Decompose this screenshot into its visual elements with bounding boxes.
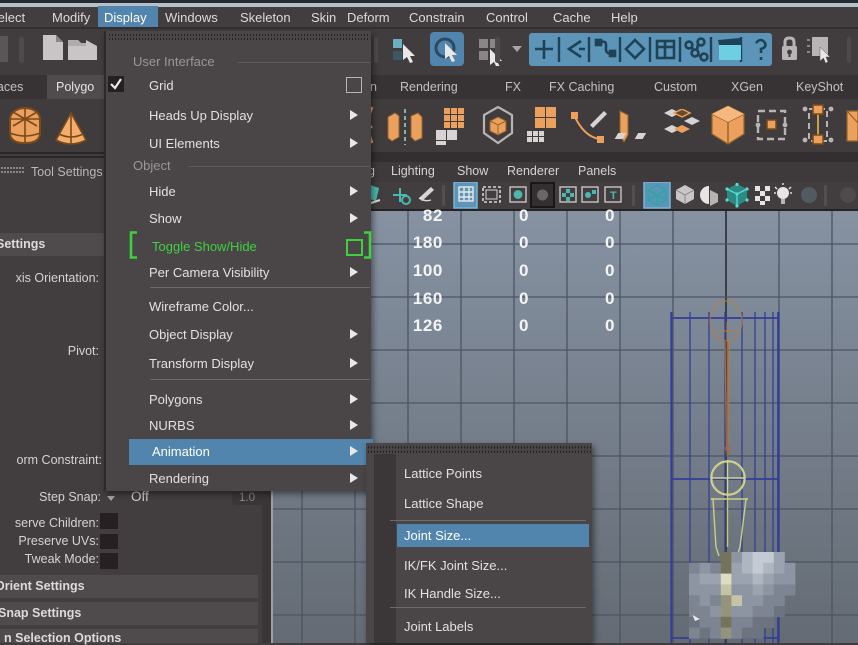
- svg-text:T: T: [610, 190, 617, 202]
